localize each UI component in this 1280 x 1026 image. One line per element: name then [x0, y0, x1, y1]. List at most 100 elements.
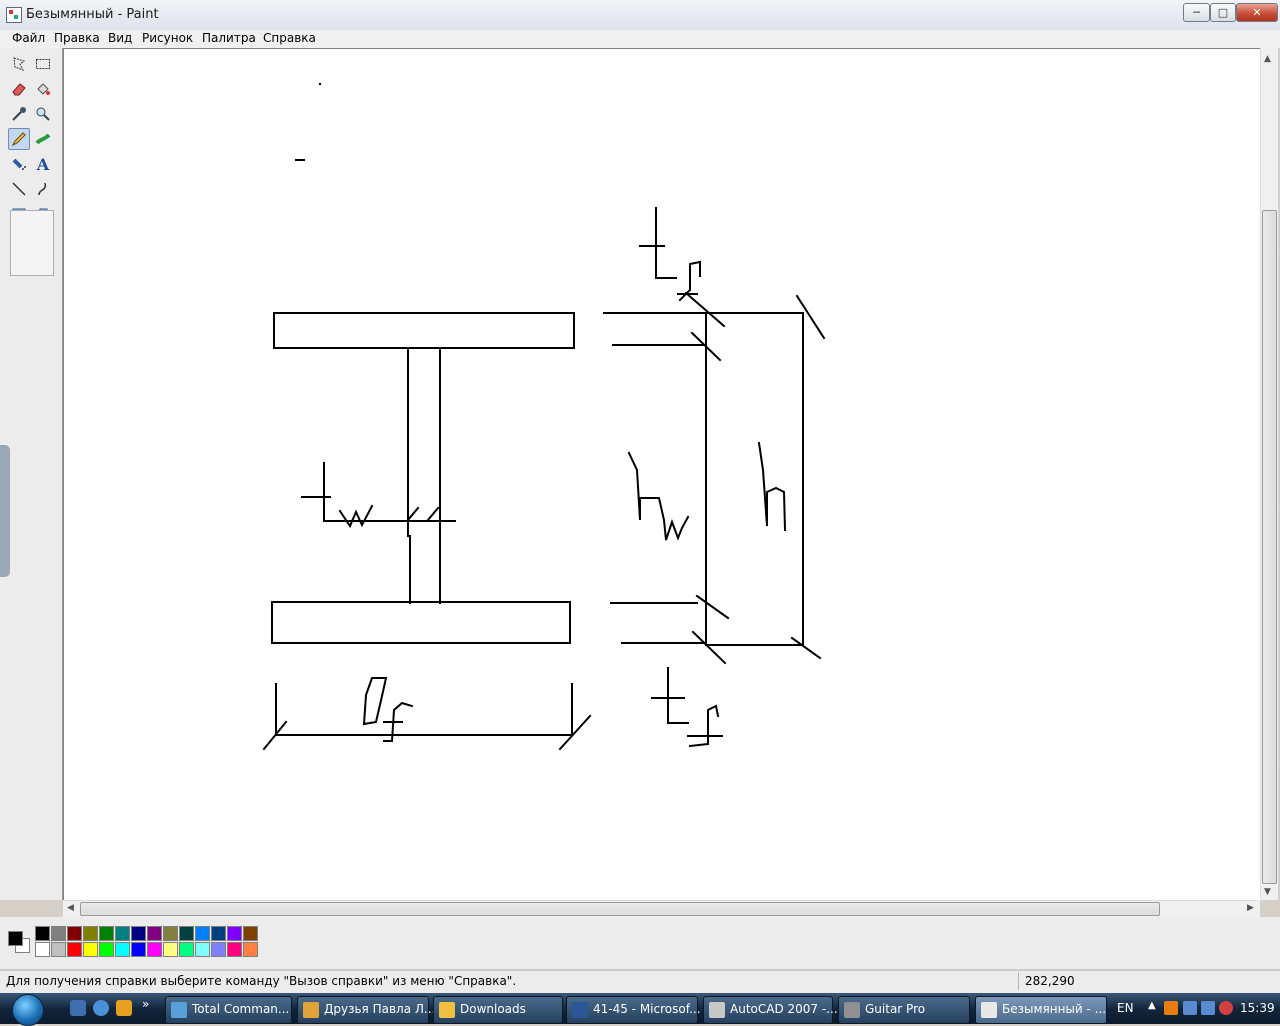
clock[interactable]: 15:39	[1240, 1001, 1275, 1015]
palette-color-swatch[interactable]	[227, 926, 242, 941]
cursor-coordinates: 282,290	[1025, 974, 1075, 988]
palette-color-swatch[interactable]	[195, 926, 210, 941]
eraser-icon[interactable]	[8, 78, 30, 100]
palette-color-swatch[interactable]	[115, 942, 130, 957]
taskbar-app-icon	[572, 1002, 588, 1018]
taskbar-button-label: Total Comman...	[192, 1002, 290, 1016]
palette-color-swatch[interactable]	[67, 942, 82, 957]
show-desktop-icon[interactable]	[70, 1000, 86, 1016]
free-select-icon[interactable]	[8, 53, 30, 75]
minimize-button[interactable]: ─	[1183, 3, 1210, 22]
tray-expand-icon[interactable]: ▲	[1148, 1000, 1156, 1011]
curve-icon[interactable]	[32, 178, 54, 200]
palette-color-swatch[interactable]	[131, 926, 146, 941]
tool-options-box[interactable]	[10, 210, 54, 276]
tray-opera-icon[interactable]	[1219, 1001, 1233, 1015]
palette-color-swatch[interactable]	[83, 942, 98, 957]
palette-color-swatch[interactable]	[51, 926, 66, 941]
taskbar-button-label: Guitar Pro	[865, 1002, 926, 1016]
maximize-button[interactable]: □	[1210, 3, 1236, 22]
scroll-right-icon[interactable]: ▶	[1247, 903, 1254, 913]
start-button[interactable]	[12, 994, 44, 1026]
color-picker-icon[interactable]	[8, 103, 30, 125]
media-player-icon[interactable]	[116, 1000, 132, 1016]
horizontal-scroll-thumb[interactable]	[80, 902, 1160, 916]
taskbar-button[interactable]: Guitar Pro	[838, 996, 970, 1024]
menu-file[interactable]: Файл	[12, 31, 45, 45]
menu-view[interactable]: Вид	[108, 31, 132, 45]
palette-color-swatch[interactable]	[163, 926, 178, 941]
tray-network2-icon[interactable]	[1201, 1001, 1215, 1015]
palette-color-swatch[interactable]	[211, 926, 226, 941]
menu-edit[interactable]: Правка	[54, 31, 100, 45]
pencil-icon[interactable]	[8, 128, 30, 150]
palette-color-swatch[interactable]	[35, 926, 50, 941]
palette-color-swatch[interactable]	[147, 942, 162, 957]
palette-color-swatch[interactable]	[227, 942, 242, 957]
palette-color-swatch[interactable]	[243, 926, 258, 941]
brush-icon[interactable]	[32, 128, 54, 150]
palette-color-swatch[interactable]	[243, 942, 258, 957]
palette-color-swatch[interactable]	[179, 942, 194, 957]
palette-color-swatch[interactable]	[115, 926, 130, 941]
palette-color-swatch[interactable]	[163, 942, 178, 957]
palette-color-swatch[interactable]	[99, 926, 114, 941]
taskbar-button[interactable]: Total Comman...	[165, 996, 292, 1024]
menu-help[interactable]: Справка	[263, 31, 316, 45]
palette-color-swatch[interactable]	[83, 926, 98, 941]
tray-player-icon[interactable]	[1164, 1001, 1178, 1015]
title-bar[interactable]	[0, 0, 1280, 31]
taskbar-button[interactable]: Друзья Павла Л...	[297, 996, 435, 1024]
scroll-left-icon[interactable]: ◀	[67, 903, 74, 913]
menu-image[interactable]: Рисунок	[142, 31, 193, 45]
taskbar-button[interactable]: Downloads	[433, 996, 563, 1024]
internet-explorer-icon[interactable]	[93, 1000, 109, 1016]
tray-network-icon[interactable]	[1183, 1001, 1197, 1015]
foreground-color-swatch[interactable]	[8, 931, 23, 946]
paint-app-icon[interactable]	[6, 7, 22, 23]
status-help-text: Для получения справки выберите команду "…	[6, 974, 517, 988]
status-separator	[1018, 972, 1019, 990]
palette-color-swatch[interactable]	[99, 942, 114, 957]
quick-launch-more[interactable]: »	[142, 997, 149, 1011]
line-icon[interactable]	[8, 178, 30, 200]
taskbar-app-icon	[303, 1002, 319, 1018]
fill-bucket-icon[interactable]	[32, 78, 54, 100]
scroll-down-icon[interactable]: ▼	[1264, 887, 1271, 897]
palette-color-swatch[interactable]	[131, 942, 146, 957]
palette-color-swatch[interactable]	[179, 926, 194, 941]
taskbar-button[interactable]: Безымянный - ...	[975, 996, 1107, 1024]
close-button[interactable]: ✕	[1236, 3, 1278, 22]
taskbar-app-icon	[844, 1002, 860, 1018]
language-indicator[interactable]: EN	[1117, 1001, 1134, 1015]
taskbar-button-label: AutoCAD 2007 -...	[730, 1002, 838, 1016]
palette-color-swatch[interactable]	[211, 942, 226, 957]
side-panel-handle[interactable]	[0, 445, 10, 577]
taskbar-button[interactable]: AutoCAD 2007 -...	[703, 996, 838, 1024]
magnifier-icon[interactable]	[32, 103, 54, 125]
taskbar-app-icon	[439, 1002, 455, 1018]
window-title: Безымянный - Paint	[26, 7, 159, 22]
drawing-canvas[interactable]	[63, 48, 1261, 901]
taskbar-button-label: Downloads	[460, 1002, 526, 1016]
taskbar-button-label: Безымянный - ...	[1002, 1002, 1107, 1016]
palette-color-swatch[interactable]	[51, 942, 66, 957]
taskbar-app-icon	[981, 1002, 997, 1018]
airbrush-icon[interactable]	[8, 153, 30, 175]
rect-select-icon[interactable]	[32, 53, 54, 75]
taskbar-button-label: 41-45 - Microsof...	[593, 1002, 701, 1016]
taskbar-button-label: Друзья Павла Л...	[324, 1002, 436, 1016]
taskbar-app-icon	[709, 1002, 725, 1018]
palette-color-swatch[interactable]	[147, 926, 162, 941]
vertical-scroll-thumb[interactable]	[1262, 210, 1277, 884]
palette-color-swatch[interactable]	[35, 942, 50, 957]
taskbar-button[interactable]: 41-45 - Microsof...	[566, 996, 701, 1024]
palette-color-swatch[interactable]	[67, 926, 82, 941]
scroll-up-icon[interactable]: ▲	[1264, 54, 1271, 64]
taskbar-app-icon	[171, 1002, 187, 1018]
menu-bar: Файл Правка Вид Рисунок Палитра Справка	[0, 30, 1280, 49]
palette-color-swatch[interactable]	[195, 942, 210, 957]
current-colors[interactable]	[5, 928, 31, 954]
menu-colors[interactable]: Палитра	[202, 31, 256, 45]
text-tool-icon[interactable]: A	[32, 153, 54, 175]
